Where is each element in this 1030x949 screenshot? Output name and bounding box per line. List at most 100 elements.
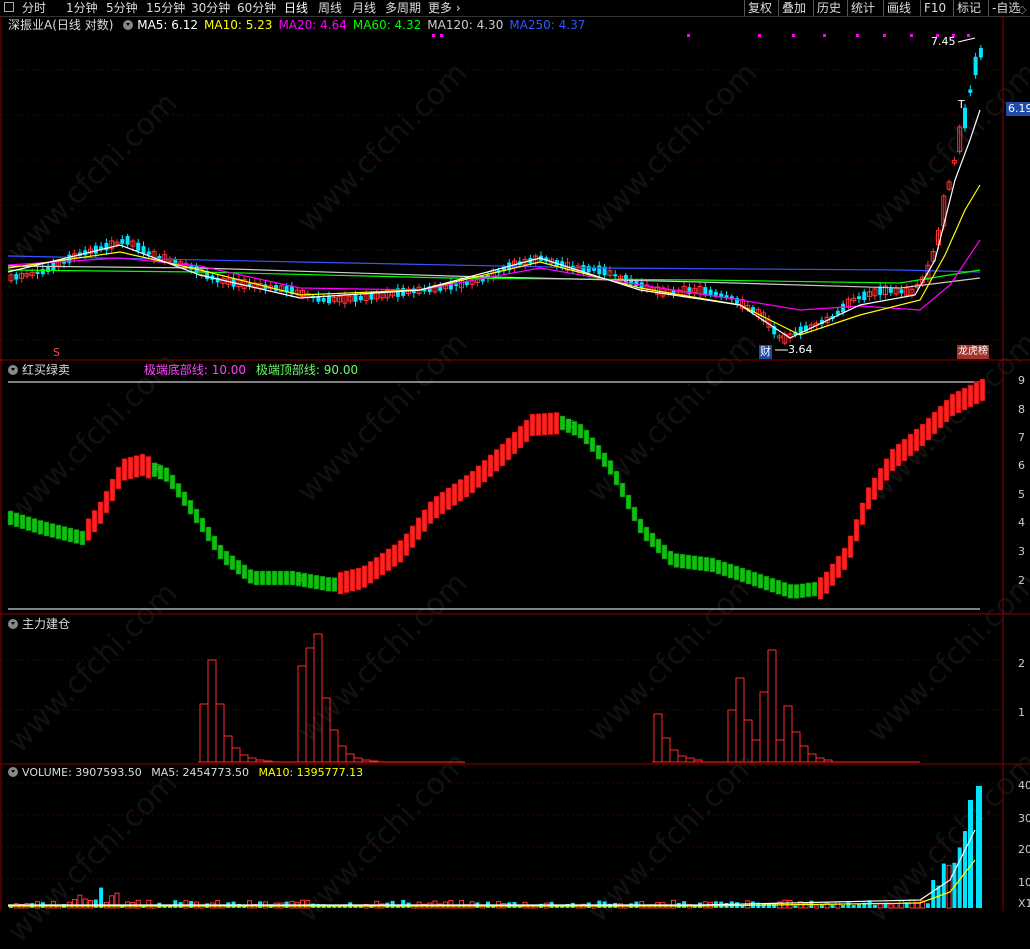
candle-down (713, 291, 718, 296)
toolbar-button-5[interactable]: F10 (924, 0, 946, 16)
hmlj-axis-tick: 4 (1018, 516, 1025, 529)
volume-axis-tick: 30 (1018, 812, 1030, 825)
t-marker: T (958, 98, 965, 111)
buy-bar (517, 425, 524, 449)
tab-period-2[interactable]: 5分钟 (106, 0, 138, 16)
sell-bar (193, 508, 200, 524)
zljc-bar (297, 665, 307, 763)
candle-down (120, 239, 125, 244)
hmlj-axis-tick: 2 (1018, 574, 1025, 587)
zljc-bar (239, 754, 249, 763)
buy-bar (145, 456, 152, 479)
buy-bar (445, 487, 452, 511)
candle-down (369, 293, 374, 300)
zljc-bar (353, 757, 363, 763)
finance-marker[interactable]: 财 (759, 345, 772, 359)
buy-bar (943, 399, 950, 423)
tab-period-3[interactable]: 15分钟 (146, 0, 185, 16)
volume-bar-down (740, 905, 745, 908)
buy-bar (523, 419, 530, 443)
volume-axis-tick: 40 (1018, 779, 1030, 792)
zljc-bar (231, 747, 241, 763)
volume-axis-tick: 10 (1018, 876, 1030, 889)
sell-bar (211, 535, 218, 551)
diamond-icon[interactable]: ◇ (1018, 3, 1026, 17)
sell-bar (31, 518, 38, 533)
sell-bar (67, 527, 74, 543)
sell-bar (241, 564, 248, 580)
buy-bar (481, 459, 488, 483)
sell-marker: 卖 (565, 419, 575, 431)
tab-period-7[interactable]: 周线 (318, 0, 342, 16)
buy-bar (529, 413, 536, 437)
longhubang-marker[interactable]: 龙虎榜 (957, 345, 989, 359)
sell-bar (313, 574, 320, 590)
indicator-menu-icon[interactable] (8, 365, 18, 375)
sell-bar (691, 555, 698, 570)
candle-down (899, 289, 904, 294)
toolbar-button-3[interactable]: 统计 (851, 0, 875, 16)
buy-bar (901, 438, 908, 462)
zljc-bar (337, 745, 347, 763)
tab-period-4[interactable]: 30分钟 (191, 0, 230, 16)
candle-down (973, 56, 978, 76)
sell-bar (7, 510, 14, 526)
volume-ma5: MA5: 2454773.50 (151, 766, 249, 779)
zljc-bar (735, 677, 745, 763)
volume-bar-down (872, 904, 877, 908)
sell-bar (259, 570, 266, 586)
tab-period-10[interactable]: 更多 › (428, 0, 461, 16)
volume-bar-down (976, 786, 982, 908)
tab-period-1[interactable]: 1分钟 (66, 0, 98, 16)
sell-bar (589, 437, 596, 452)
sell-bar (769, 577, 776, 593)
sidebar-toggle-icon[interactable] (4, 2, 14, 12)
tab-period-9[interactable]: 多周期 (385, 0, 421, 16)
candle-down (35, 271, 40, 275)
buy-bar (541, 412, 548, 436)
toolbar-button-6[interactable]: 标记 (957, 0, 981, 16)
volume-bar-up (305, 899, 311, 909)
candle-down (454, 284, 459, 287)
toolbar-button-4[interactable]: 画线 (887, 0, 911, 16)
signal-dot (440, 34, 443, 37)
volume-bar-up (459, 900, 464, 909)
tab-daily[interactable]: 日线 (284, 0, 308, 16)
high-price-label: 7.45 (931, 35, 956, 48)
buy-bar (385, 548, 392, 572)
candle-down (358, 295, 363, 301)
indicator-menu-icon[interactable] (8, 619, 18, 629)
tab-period-0[interactable]: 分时 (22, 0, 46, 16)
volume-ma10-line (8, 859, 976, 907)
sell-bar (661, 544, 668, 560)
indicator-menu-icon[interactable] (8, 767, 18, 777)
hmlj-axis-tick: 5 (1018, 488, 1025, 501)
toolbar-button-2[interactable]: 历史 (817, 0, 841, 16)
zljc-bar (791, 731, 801, 763)
toolbar-button-1[interactable]: 叠加 (782, 0, 806, 16)
buy-bar (475, 465, 482, 488)
sell-bar (799, 583, 806, 598)
sell-bar (217, 544, 224, 560)
toolbar-separator (744, 0, 745, 16)
indicator-menu-icon[interactable] (123, 20, 134, 30)
zljc-bar (783, 705, 793, 763)
period-toolbar: 分时 1分钟 5分钟 15分钟 30分钟 60分钟 日线 周线 月线 多周期 更多 › 复权 叠加 历史… (0, 0, 1030, 17)
sell-bar (283, 570, 290, 586)
volume-bar-down (761, 903, 766, 908)
signal-dot (856, 34, 859, 37)
tab-period-5[interactable]: 60分钟 (237, 0, 276, 16)
toolbar-button-7[interactable]: -自选 (992, 0, 1020, 16)
buy-bar (961, 387, 968, 411)
stock-name: 深振业A (8, 18, 53, 32)
toolbar-button-0[interactable]: 复权 (748, 0, 772, 16)
sell-bar (781, 582, 788, 597)
tab-period-8[interactable]: 月线 (352, 0, 376, 16)
candle-down (857, 296, 861, 300)
volume-bar-up (183, 900, 189, 909)
volume-bar-down (401, 900, 406, 908)
buy-bar (883, 458, 890, 481)
buy-bar (925, 417, 932, 441)
buy-bar (853, 519, 860, 542)
volume-bar-down (793, 905, 798, 908)
